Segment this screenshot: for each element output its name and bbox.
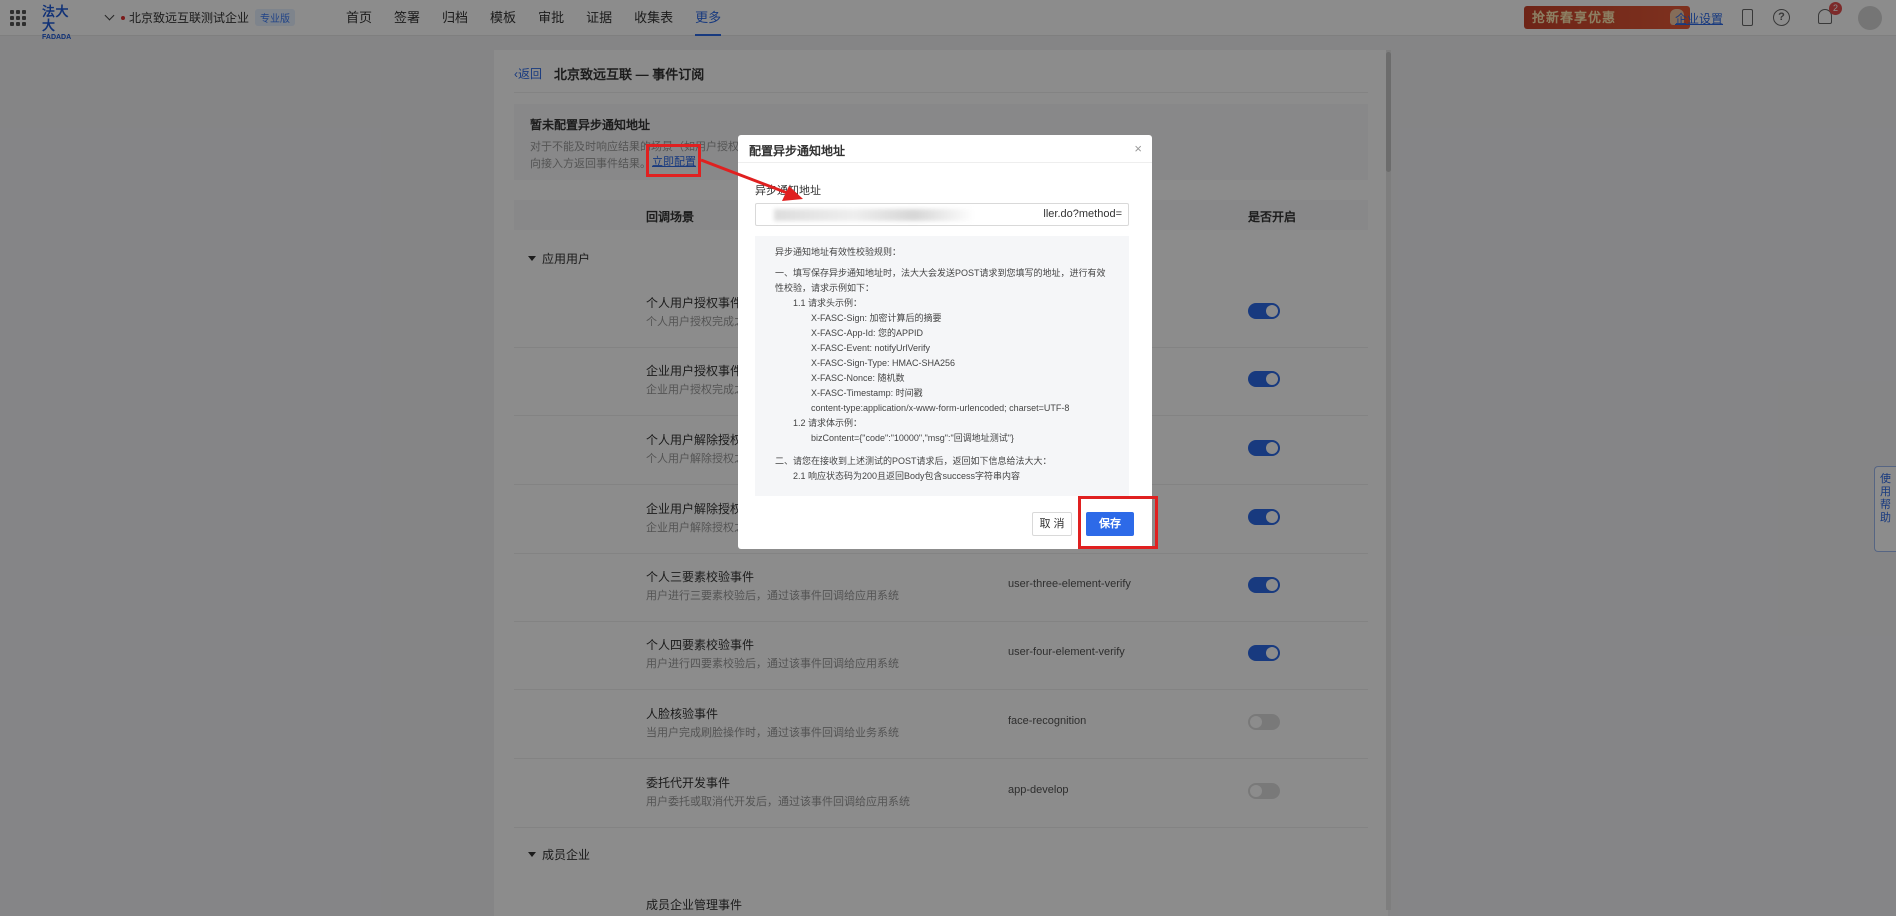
notify-url-dialog: 配置异步通知地址 × 异步通知地址 ller.do?method= 异步通知地址…	[738, 135, 1152, 549]
rule-line: X-FASC-Event: notifyUrlVerify	[811, 343, 931, 353]
rule-line: 一、填写保存异步通知地址时，法大大会发送POST请求到您填写的地址，进行有效	[775, 268, 1106, 278]
rule-line: 1.1 请求头示例：	[793, 298, 863, 308]
annotation-box-configure	[646, 144, 701, 177]
dialog-title: 配置异步通知地址	[738, 135, 1152, 163]
field-label: 异步通知地址	[755, 185, 821, 197]
rule-line: 二、请您在接收到上述测试的POST请求后，返回如下信息给法大大：	[775, 456, 1052, 466]
rule-line: 异步通知地址有效性校验规则：	[775, 247, 902, 257]
close-icon[interactable]: ×	[1134, 141, 1142, 156]
redacted-url-blur	[774, 209, 974, 221]
rule-line: X-FASC-Timestamp: 时间戳	[811, 388, 923, 398]
rule-line: 1.2 请求体示例：	[793, 418, 863, 428]
rule-line: X-FASC-Nonce: 随机数	[811, 373, 905, 383]
cancel-button[interactable]: 取 消	[1032, 512, 1072, 536]
rule-line: bizContent={"code":"10000","msg":"回调地址测试…	[811, 433, 1014, 443]
rule-line: 2.1 响应状态码为200且返回Body包含success字符串内容	[793, 471, 1021, 481]
rule-line: X-FASC-App-Id: 您的APPID	[811, 328, 924, 338]
rule-line: X-FASC-Sign: 加密计算后的摘要	[811, 313, 942, 323]
rule-line: 性校验，请求示例如下：	[775, 283, 875, 293]
annotation-box-save	[1078, 496, 1158, 549]
verification-rules: 异步通知地址有效性校验规则： 一、填写保存异步通知地址时，法大大会发送POST请…	[755, 236, 1129, 496]
rule-line: X-FASC-Sign-Type: HMAC-SHA256	[811, 358, 956, 368]
rule-line: content-type:application/x-www-form-urle…	[811, 403, 1070, 413]
